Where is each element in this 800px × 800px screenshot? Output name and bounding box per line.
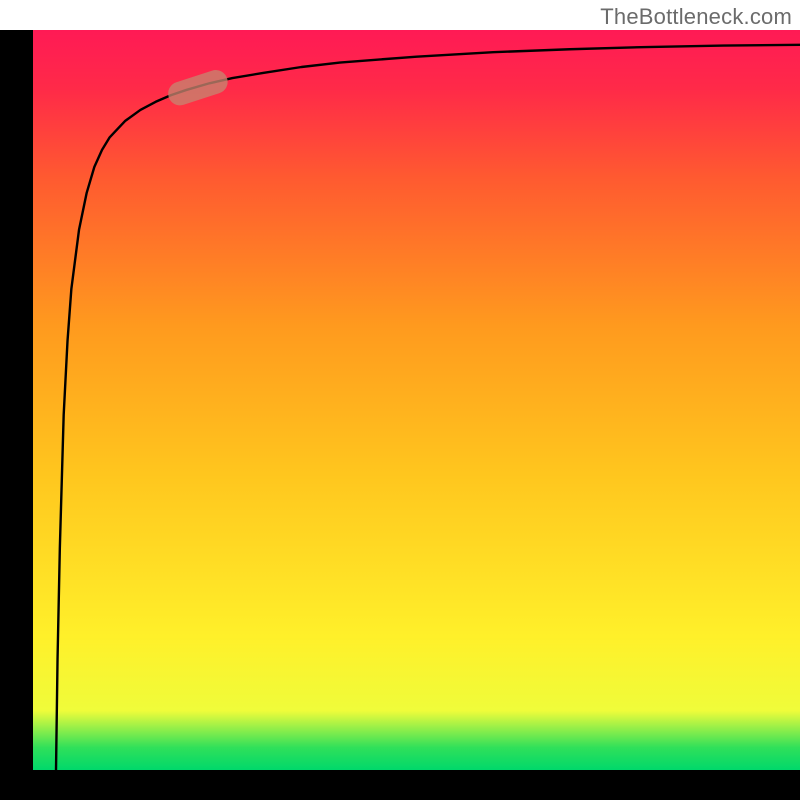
- plot-background: [33, 30, 800, 770]
- chart-svg: [0, 0, 800, 800]
- watermark-text: TheBottleneck.com: [600, 4, 792, 30]
- x-axis-bar: [0, 770, 800, 800]
- y-axis-bar: [0, 30, 33, 771]
- chart-container: TheBottleneck.com: [0, 0, 800, 800]
